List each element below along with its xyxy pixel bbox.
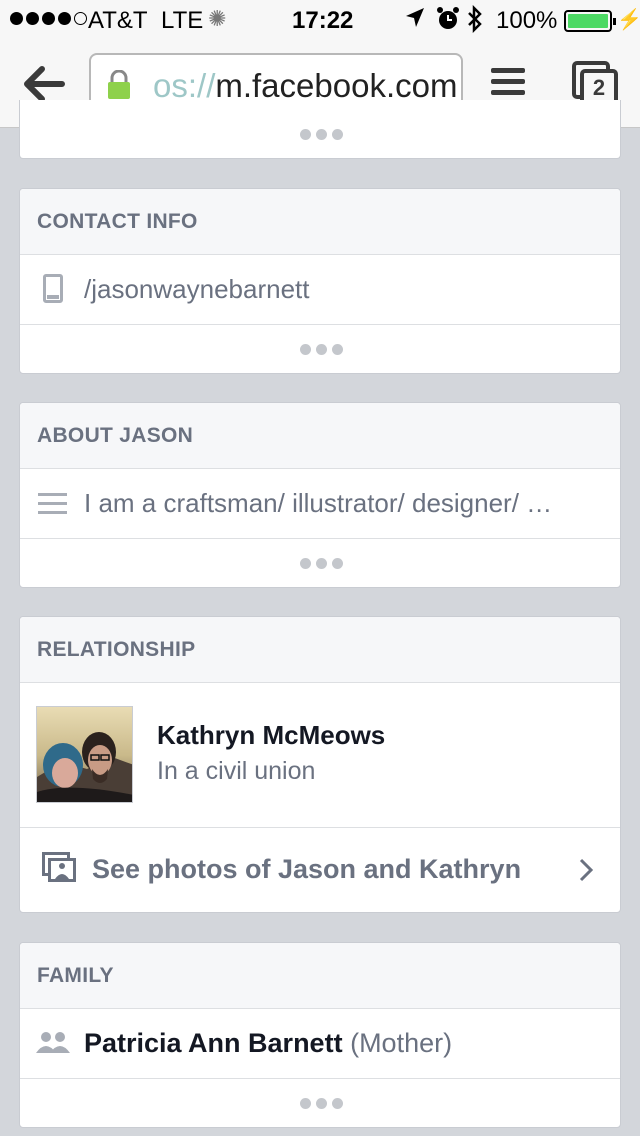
bio-row[interactable]: I am a craftsman/ illustrator/ designer/… [20,469,620,539]
more-dots-icon [300,344,343,355]
network-type: LTE [161,7,204,34]
about-card: ABOUT JASON I am a craftsman/ illustrato… [19,402,621,588]
avatar[interactable] [36,706,133,803]
family-member-name[interactable]: Patricia Ann Barnett [84,1028,343,1058]
partner-name[interactable]: Kathryn McMeows [157,720,385,751]
signal-strength-icon [10,9,87,25]
relationship-card: RELATIONSHIP Kathryn McMeows In a civil … [19,616,621,913]
relationship-status: In a civil union [157,757,316,785]
relationship-header: RELATIONSHIP [20,617,620,683]
about-header: ABOUT JASON [20,403,620,469]
location-icon [404,6,426,37]
people-icon [36,1031,70,1055]
mobile-row[interactable]: /jasonwaynebarnett [20,255,620,325]
back-arrow-icon[interactable] [22,64,66,104]
previous-section-card [19,100,621,159]
activity-spinner-icon: ✺ [208,6,227,31]
see-photos-link[interactable]: See photos of Jason and Kathryn [20,828,620,912]
carrier-name: AT&T [88,7,148,34]
status-bar: AT&T LTE ✺ 17:22 100% ⚡ [0,0,640,40]
battery-icon [564,10,616,32]
family-header: FAMILY [20,943,620,1009]
battery-percent: 100% [496,7,558,34]
contact-info-header: CONTACT INFO [20,189,620,255]
bluetooth-icon [466,4,484,40]
family-member-row[interactable]: Patricia Ann Barnett (Mother) [20,1009,620,1079]
contact-info-more-button[interactable] [20,325,620,373]
clock: 17:22 [292,7,354,34]
more-dots-icon [300,1098,343,1109]
chevron-right-icon [578,858,594,882]
family-member[interactable]: Patricia Ann Barnett (Mother) [84,1028,452,1059]
family-card: FAMILY Patricia Ann Barnett (Mother) [19,942,621,1128]
bio-text: I am a craftsman/ illustrator/ designer/… [84,488,553,518]
more-dots-icon [300,129,343,140]
see-more-button[interactable] [20,110,620,158]
family-member-relation: (Mother) [350,1028,453,1058]
see-photos-label: See photos of Jason and Kathryn [92,854,522,884]
family-more-button[interactable] [20,1079,620,1127]
contact-info-card: CONTACT INFO /jasonwaynebarnett [19,188,621,374]
photos-icon [42,852,76,882]
menu-icon[interactable] [491,68,525,100]
lock-icon [107,69,131,100]
relationship-row[interactable]: Kathryn McMeows In a civil union [20,683,620,828]
lines-icon [38,493,67,520]
about-more-button[interactable] [20,539,620,587]
alarm-icon [436,6,460,39]
phone-icon [43,274,63,303]
more-dots-icon [300,558,343,569]
charging-icon: ⚡ [617,9,640,31]
mobile-value: /jasonwaynebarnett [84,274,310,304]
